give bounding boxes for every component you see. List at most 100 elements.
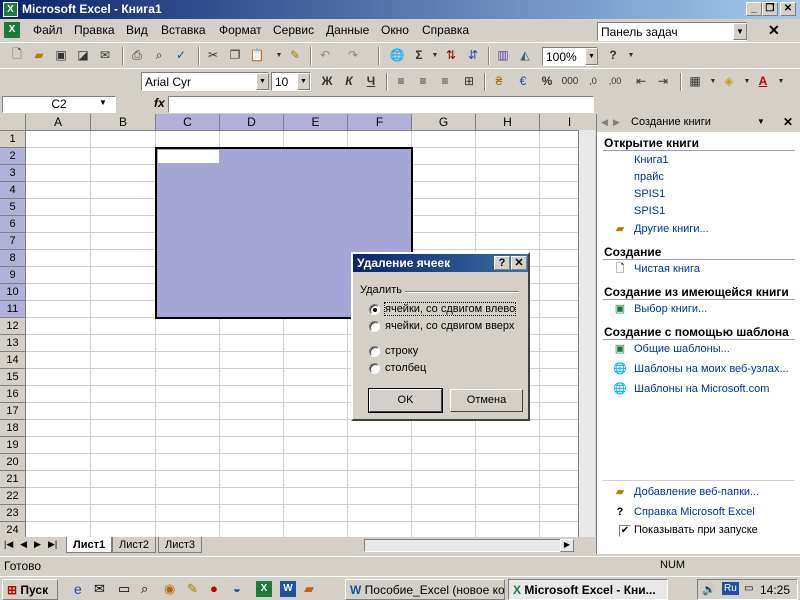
undo-icon[interactable]: ↶ xyxy=(316,46,334,64)
dialog-close-button[interactable]: ✕ xyxy=(511,256,527,270)
underline-button[interactable]: Ч xyxy=(362,72,380,90)
column-header[interactable]: C xyxy=(156,114,220,131)
excel-document-icon[interactable]: X xyxy=(4,22,20,38)
minimize-button[interactable]: _ xyxy=(746,2,762,16)
shift-up-label[interactable]: ячейки, со сдвигом вверх xyxy=(385,320,514,332)
chevron-down-icon[interactable]: ▼ xyxy=(256,73,269,90)
cancel-button[interactable]: Отмена xyxy=(450,389,523,412)
row-header[interactable]: 6 xyxy=(0,216,26,233)
recent-book-2[interactable]: прайс xyxy=(634,171,664,183)
row-header[interactable]: 16 xyxy=(0,386,26,403)
print-icon[interactable]: ⎙ xyxy=(128,46,146,64)
euro-icon[interactable]: € xyxy=(514,72,532,90)
align-center-icon[interactable]: ≡ xyxy=(414,72,432,90)
help-icon[interactable]: ? xyxy=(604,46,622,64)
ie-icon[interactable]: e xyxy=(74,581,82,597)
font-select[interactable]: Arial Cyr xyxy=(141,72,269,91)
more-books-link[interactable]: Другие книги... xyxy=(634,223,709,235)
word-quicklaunch-icon[interactable]: W xyxy=(280,581,296,597)
font-color-icon[interactable]: A xyxy=(754,72,772,90)
menu-tools[interactable]: Сервис xyxy=(273,23,314,37)
shift-up-radio[interactable] xyxy=(369,321,380,332)
bold-button[interactable]: Ж xyxy=(318,72,336,90)
chevron-down-icon[interactable]: ▼ xyxy=(757,117,765,126)
row-header[interactable]: 11 xyxy=(0,301,26,318)
recent-book-1[interactable]: Книга1 xyxy=(634,154,669,166)
add-web-folder-link[interactable]: Добавление веб-папки... xyxy=(634,486,759,498)
borders-icon[interactable]: ▦ xyxy=(686,72,704,90)
network-icon[interactable]: ▭ xyxy=(744,583,753,594)
blank-book-link[interactable]: Чистая книга xyxy=(634,263,700,275)
speaker-icon[interactable]: 🔊 xyxy=(702,583,716,596)
menu-window[interactable]: Окно xyxy=(381,23,409,37)
scroll-right-icon[interactable]: ▶ xyxy=(560,539,574,552)
row-header[interactable]: 13 xyxy=(0,335,26,352)
chevron-down-icon[interactable]: ▼ xyxy=(733,23,747,40)
new-icon[interactable]: 🗋 xyxy=(8,46,26,64)
sheet-tab-3[interactable]: Лист3 xyxy=(158,537,203,553)
general-templates-link[interactable]: Общие шаблоны... xyxy=(634,343,730,355)
shift-left-radio[interactable] xyxy=(369,304,380,315)
column-header[interactable]: G xyxy=(412,114,476,131)
hyperlink-icon[interactable]: 🌐 xyxy=(388,46,406,64)
percent-button[interactable]: % xyxy=(538,72,556,90)
access-icon[interactable]: ▰ xyxy=(304,581,314,597)
entire-row-radio[interactable] xyxy=(369,346,380,357)
decrease-decimal-icon[interactable]: ,00 xyxy=(606,72,624,90)
sheet-tab-2[interactable]: Лист2 xyxy=(112,537,157,553)
menu-view[interactable]: Вид xyxy=(126,23,148,37)
ms-templates-link[interactable]: Шаблоны на Microsoft.com xyxy=(634,383,769,395)
save-icon[interactable]: ▣ xyxy=(52,46,70,64)
menu-format[interactable]: Формат xyxy=(219,23,262,37)
sort-desc-icon[interactable]: ⇵ xyxy=(464,46,482,64)
toolbar-options-icon[interactable]: ▼ xyxy=(622,46,640,64)
web-templates-link[interactable]: Шаблоны на моих веб-узлах... xyxy=(634,363,789,375)
font-color-dropdown-icon[interactable]: ▼ xyxy=(772,72,790,90)
last-sheet-icon[interactable]: ▶| xyxy=(48,539,57,550)
recent-book-3[interactable]: SPIS1 xyxy=(634,188,665,200)
thousands-button[interactable]: 000 xyxy=(561,72,579,90)
tool-icon[interactable]: ✎ xyxy=(187,581,198,597)
drawing-icon[interactable]: ◭ xyxy=(516,46,534,64)
sheet-tab-1[interactable]: Лист1 xyxy=(66,537,113,553)
entire-row-label[interactable]: строку xyxy=(385,345,418,357)
italic-button[interactable]: К xyxy=(340,72,358,90)
record-icon[interactable]: ● xyxy=(210,581,218,596)
spelling-icon[interactable]: ✓ xyxy=(172,46,190,64)
paste-icon[interactable]: 📋 xyxy=(248,46,266,64)
menu-help[interactable]: Справка xyxy=(422,23,469,37)
pane-close-icon[interactable]: ✕ xyxy=(783,115,793,129)
restore-button[interactable]: ❐ xyxy=(762,2,778,16)
column-header[interactable]: I xyxy=(540,114,595,131)
formula-input[interactable] xyxy=(168,96,594,113)
cut-icon[interactable]: ✂ xyxy=(204,46,222,64)
row-header[interactable]: 3 xyxy=(0,165,26,182)
menu-edit[interactable]: Правка xyxy=(74,23,115,37)
outlook-icon[interactable]: ✉ xyxy=(94,581,105,597)
language-indicator[interactable]: Ru xyxy=(722,582,739,595)
row-header[interactable]: 8 xyxy=(0,250,26,267)
column-header[interactable]: B xyxy=(91,114,156,131)
row-header[interactable]: 22 xyxy=(0,488,26,505)
row-header[interactable]: 9 xyxy=(0,267,26,284)
doc-close-icon[interactable]: ✕ xyxy=(768,22,780,39)
row-header[interactable]: 21 xyxy=(0,471,26,488)
column-header[interactable]: H xyxy=(476,114,540,131)
merge-center-icon[interactable]: ⊞ xyxy=(460,72,478,90)
print-preview-icon[interactable]: ⌕ xyxy=(150,46,168,64)
taskbar-item-excel[interactable]: X Microsoft Excel - Кни... xyxy=(508,579,668,600)
menu-file[interactable]: Файл xyxy=(33,23,63,37)
select-all-corner[interactable] xyxy=(0,114,26,131)
shift-left-label[interactable]: ячейки, со сдвигом влево xyxy=(383,302,517,316)
insert-function-icon[interactable]: fx xyxy=(154,96,165,110)
show-on-start-checkbox[interactable]: ✔ xyxy=(619,525,631,537)
row-header[interactable]: 14 xyxy=(0,352,26,369)
increase-decimal-icon[interactable]: ,0 xyxy=(584,72,602,90)
chevron-down-icon[interactable]: ▼ xyxy=(99,98,107,107)
row-header[interactable]: 23 xyxy=(0,505,26,522)
column-header[interactable]: E xyxy=(284,114,348,131)
row-header[interactable]: 10 xyxy=(0,284,26,301)
row-header[interactable]: 17 xyxy=(0,403,26,420)
dialog-help-button[interactable]: ? xyxy=(494,256,510,270)
row-header[interactable]: 24 xyxy=(0,522,26,537)
